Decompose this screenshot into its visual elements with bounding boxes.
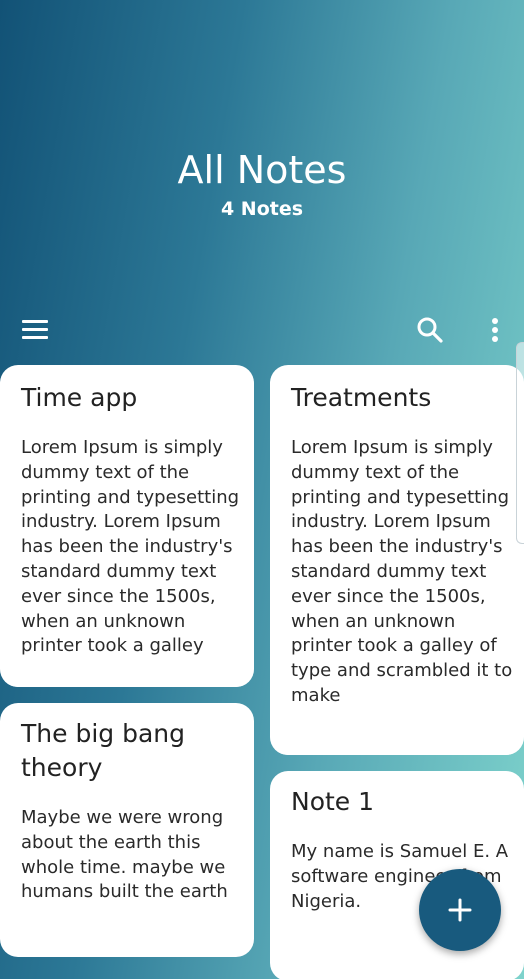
plus-icon — [448, 898, 472, 922]
note-title: Treatments — [291, 383, 432, 412]
hamburger-menu-icon-line — [22, 328, 48, 331]
add-note-button[interactable] — [419, 869, 501, 951]
note-body: Lorem Ipsum is simply dummy text of the … — [291, 437, 513, 706]
hamburger-menu-icon-line — [22, 336, 48, 339]
search-icon — [417, 317, 443, 343]
note-title: The big bang theory — [21, 719, 185, 782]
text-fade — [0, 659, 254, 687]
text-fade — [270, 727, 524, 755]
note-title: Note 1 — [291, 787, 375, 816]
note-title: Time app — [21, 383, 138, 412]
hamburger-menu-icon — [22, 320, 48, 323]
search-button[interactable] — [410, 310, 450, 350]
notes-screen: All Notes 4 Notes Time app Lorem Ipsum i… — [0, 0, 524, 979]
more-options-button[interactable] — [478, 310, 512, 350]
page-title: All Notes — [177, 148, 347, 192]
notes-count: 4 Notes — [220, 198, 304, 220]
note-card-big-bang-theory[interactable]: The big bang theory Maybe we were wrong … — [0, 703, 254, 957]
note-card-treatments[interactable]: Treatments Lorem Ipsum is simply dummy t… — [270, 365, 524, 755]
note-body: Lorem Ipsum is simply dummy text of the … — [21, 437, 240, 657]
note-body: Maybe we were wrong about the earth this… — [21, 807, 228, 903]
more-vertical-icon — [492, 318, 498, 342]
menu-button[interactable] — [14, 314, 54, 346]
note-card-time-app[interactable]: Time app Lorem Ipsum is simply dummy tex… — [0, 365, 254, 687]
scrollbar[interactable] — [516, 342, 524, 544]
